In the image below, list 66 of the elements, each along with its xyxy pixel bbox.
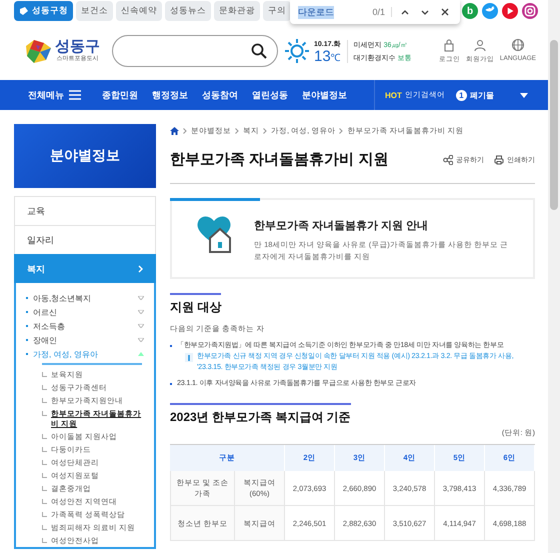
logo-text[interactable]: 성동구 (55, 39, 100, 54)
person-icon (472, 38, 487, 52)
indent-icon (42, 446, 47, 452)
site-tab[interactable]: 신속예약 (116, 1, 162, 21)
popular-keyword[interactable]: 폐기물 (470, 90, 494, 100)
lock-icon (442, 38, 456, 52)
nav-item[interactable]: 행정정보 (145, 88, 195, 102)
home-icon[interactable] (170, 127, 179, 135)
sidebar-title: 분야별정보 (14, 124, 156, 188)
info-icon (185, 352, 193, 362)
nav-item[interactable]: 열린성동 (245, 88, 295, 102)
chevron-icon (339, 128, 344, 134)
submenu-item[interactable]: 어르신 (26, 305, 154, 319)
site-tab[interactable]: 성동뉴스 (165, 1, 211, 21)
scrollbar[interactable] (548, 0, 560, 553)
all-menu-button[interactable]: 전체메뉴 (0, 88, 95, 102)
youtube-icon[interactable] (502, 3, 518, 19)
submenu-item[interactable]: 아동,청소년복지 (26, 291, 154, 305)
site-tab[interactable]: 성동구청 (14, 1, 73, 21)
indent-icon (42, 538, 47, 542)
search-field[interactable] (112, 35, 278, 67)
indent-icon (42, 372, 47, 376)
site-tab[interactable]: 구의 (263, 1, 291, 21)
section-title: 지원 대상 (170, 293, 222, 316)
page-title: 한부모가족 자녀돌봄휴가비 지원 (170, 150, 390, 169)
print-icon (494, 154, 504, 164)
submenu-item[interactable]: 장애인 (26, 333, 154, 347)
chevron-icon (263, 128, 267, 134)
search-icon[interactable] (251, 43, 267, 59)
match-count: 0/1 (372, 7, 392, 17)
sun-icon (284, 38, 310, 64)
site-tab[interactable]: 보건소 (76, 1, 113, 21)
chevron-icon (138, 265, 143, 273)
indent-icon (42, 460, 47, 464)
indent-icon (42, 498, 47, 504)
indent-icon (42, 398, 47, 402)
submenu-item[interactable]: 저소득층 (26, 319, 154, 333)
chevron-icon (183, 128, 187, 134)
sidebar-item[interactable]: 일자리 (14, 225, 156, 254)
logo-icon[interactable] (24, 38, 52, 64)
card-title: 한부모가족 자녀돌봄휴가 지원 안내 (254, 219, 430, 233)
nav-item[interactable]: 종합민원 (95, 88, 145, 102)
share-icon (443, 154, 453, 164)
temperature: 13℃ (314, 48, 341, 64)
dropdown-icon[interactable] (520, 92, 528, 98)
indent-icon (42, 434, 47, 438)
indent-icon (42, 384, 47, 390)
indent-icon (42, 472, 47, 478)
heart-house-icon (196, 214, 232, 254)
rank-badge: 1 (456, 90, 467, 100)
indent-icon (42, 512, 47, 516)
globe-icon (510, 38, 525, 52)
twitter-icon[interactable] (482, 3, 498, 19)
hot-label: HOT (385, 90, 402, 100)
indent-icon (42, 524, 47, 530)
indent-icon (42, 486, 47, 490)
site-tab[interactable]: 문화관광 (214, 1, 260, 21)
indent-icon (42, 410, 47, 416)
nav-item[interactable]: 성동참여 (195, 88, 245, 102)
nav-item[interactable]: 분야별정보 (295, 88, 354, 102)
section-title: 2023년 한부모가족 복지급여 기준 (170, 403, 351, 426)
sidebar-item[interactable]: 교육 (14, 196, 156, 225)
instagram-icon[interactable] (522, 3, 538, 19)
menu-icon (69, 90, 81, 100)
submenu-item[interactable]: 가정, 여성, 영유아 (26, 347, 154, 361)
chevron-icon (235, 128, 239, 134)
